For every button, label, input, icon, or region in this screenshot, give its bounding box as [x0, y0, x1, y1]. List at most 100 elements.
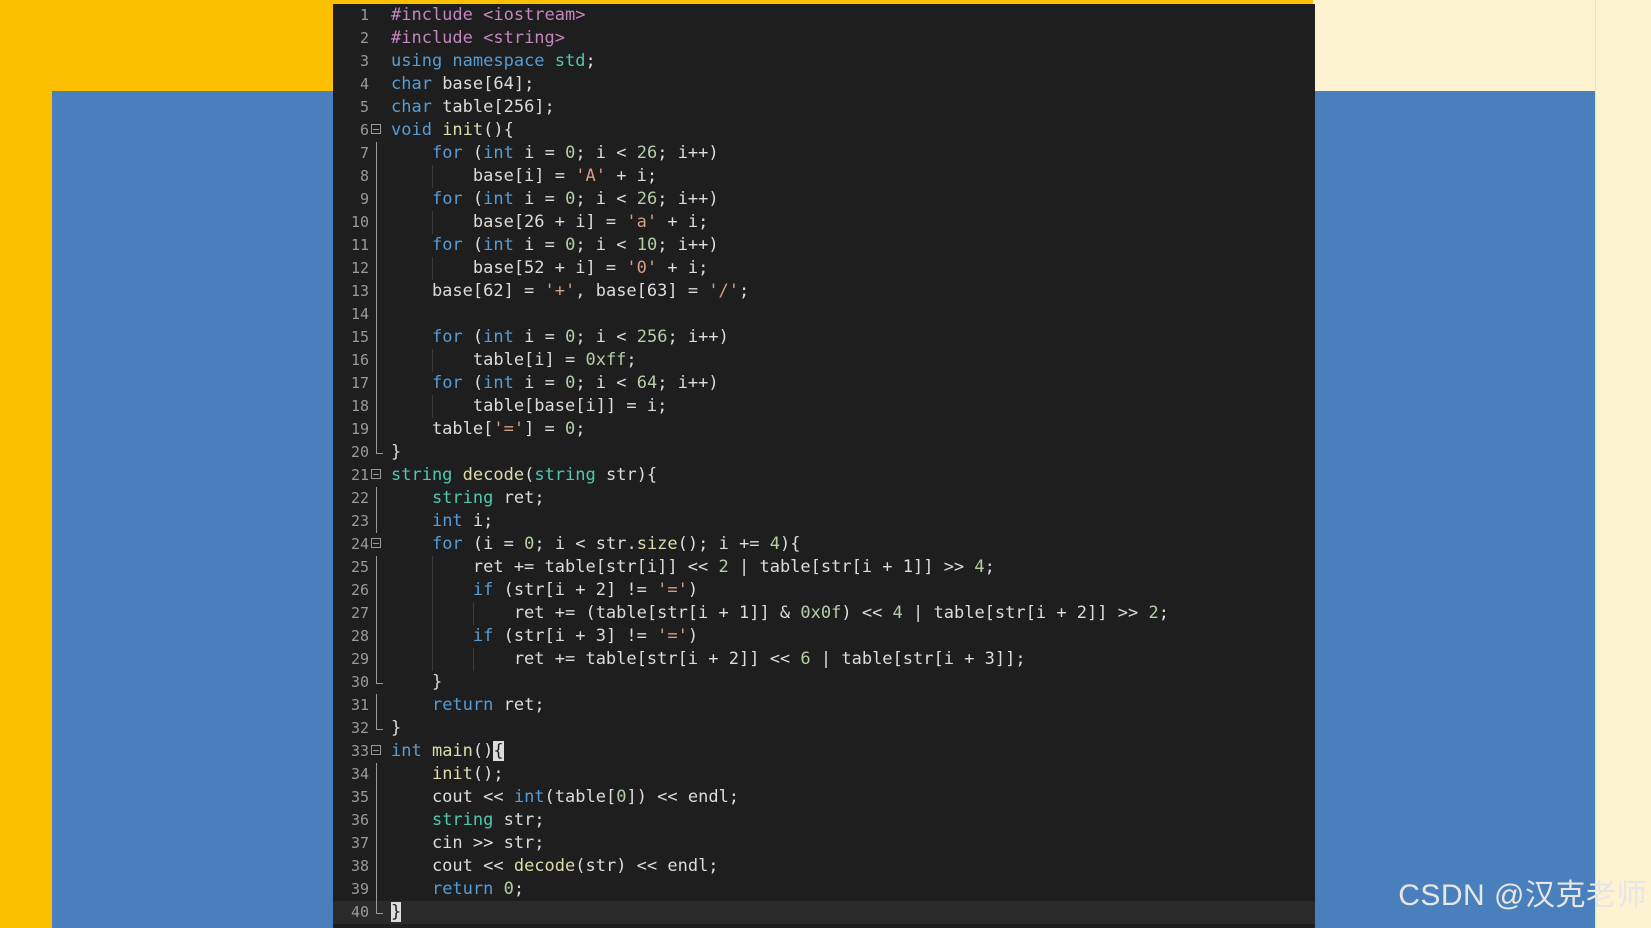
- code-text: char table[256];: [391, 96, 555, 119]
- code-line[interactable]: 28 if (str[i + 3] != '='): [333, 625, 1315, 648]
- code-token: 0xff: [585, 350, 627, 370]
- code-token: int: [483, 189, 525, 209]
- code-token: int: [483, 235, 525, 255]
- fold-guide: [376, 395, 377, 418]
- line-number: 2: [359, 29, 369, 47]
- code-line[interactable]: 38 cout << decode(str) << endl;: [333, 855, 1315, 878]
- code-line[interactable]: 32}: [333, 717, 1315, 740]
- code-token: ;: [1158, 603, 1169, 623]
- code-line[interactable]: 19 table['='] = 0;: [333, 418, 1315, 441]
- code-token: ;: [585, 51, 596, 71]
- line-number: 8: [359, 167, 369, 185]
- code-line[interactable]: 40}: [333, 901, 1315, 924]
- code-line[interactable]: 31 return ret;: [333, 694, 1315, 717]
- code-line[interactable]: 35 cout << int(table[0]) << endl;: [333, 786, 1315, 809]
- code-token: ;: [513, 879, 525, 899]
- code-line[interactable]: 33 int main(){: [333, 740, 1315, 763]
- code-text: int i;: [391, 510, 493, 533]
- fold-guide: [376, 234, 377, 257]
- fold-guide: [376, 602, 377, 625]
- code-line[interactable]: 27 ret += (table[str[i + 1]] & 0x0f) << …: [333, 602, 1315, 625]
- code-token: str){: [605, 465, 658, 485]
- code-line[interactable]: 20}: [333, 441, 1315, 464]
- code-token: i =: [524, 235, 566, 255]
- code-line[interactable]: 26 if (str[i + 2] != '='): [333, 579, 1315, 602]
- line-number: 14: [350, 305, 369, 323]
- code-text: base[i] = 'A' + i;: [391, 165, 657, 188]
- code-line[interactable]: 24 for (i = 0; i < str.size(); i += 4){: [333, 533, 1315, 556]
- code-line[interactable]: 15 for (int i = 0; i < 256; i++): [333, 326, 1315, 349]
- code-token: int: [391, 741, 432, 761]
- code-token: (: [472, 327, 484, 347]
- fold-guide: [376, 326, 377, 349]
- collapse-icon[interactable]: [371, 124, 381, 134]
- line-number: 17: [350, 374, 369, 392]
- code-token: 'A': [575, 166, 606, 186]
- code-token: (): [472, 741, 494, 761]
- fold-guide: [376, 418, 377, 441]
- code-token: string: [431, 810, 504, 830]
- code-token: + i;: [657, 258, 709, 278]
- code-token: 4: [892, 603, 903, 623]
- code-line[interactable]: 2 #include <string>: [333, 27, 1315, 50]
- fold-end-marker: [376, 901, 383, 914]
- code-editor[interactable]: 1 #include <iostream> 2 #include <string> 3 u…: [333, 4, 1315, 928]
- code-token: char: [391, 74, 443, 94]
- code-token: 0: [565, 143, 576, 163]
- code-line[interactable]: 4 char base[64];: [333, 73, 1315, 96]
- code-line[interactable]: 16 table[i] = 0xff;: [333, 349, 1315, 372]
- line-number: 11: [350, 236, 369, 254]
- code-token: (: [472, 373, 484, 393]
- code-line[interactable]: 1 #include <iostream>: [333, 4, 1315, 27]
- collapse-icon[interactable]: [371, 745, 381, 755]
- code-line[interactable]: 5 char table[256];: [333, 96, 1315, 119]
- line-number: 32: [350, 719, 369, 737]
- code-token: 26: [636, 143, 658, 163]
- code-line[interactable]: 37 cin >> str;: [333, 832, 1315, 855]
- line-number: 40: [350, 903, 369, 921]
- code-line[interactable]: 6 void init(){: [333, 119, 1315, 142]
- code-line[interactable]: 10 base[26 + i] = 'a' + i;: [333, 211, 1315, 234]
- code-token: int: [513, 787, 545, 807]
- code-line[interactable]: 18 table[base[i]] = i;: [333, 395, 1315, 418]
- code-line[interactable]: 36 string str;: [333, 809, 1315, 832]
- code-token: for: [431, 327, 473, 347]
- code-line[interactable]: 9 for (int i = 0; i < 26; i++): [333, 188, 1315, 211]
- code-line[interactable]: 22 string ret;: [333, 487, 1315, 510]
- code-line[interactable]: 14: [333, 303, 1315, 326]
- code-line[interactable]: 34 init();: [333, 763, 1315, 786]
- code-token: base[52 + i] =: [391, 258, 627, 278]
- code-line[interactable]: 11 for (int i = 0; i < 10; i++): [333, 234, 1315, 257]
- code-text: }: [391, 671, 442, 694]
- fold-guide: [376, 648, 377, 671]
- code-token: for: [431, 189, 473, 209]
- code-token: (str) << endl;: [575, 856, 719, 876]
- code-line[interactable]: 39 return 0;: [333, 878, 1315, 901]
- fold-guide: [376, 188, 377, 211]
- code-line[interactable]: 8 base[i] = 'A' + i;: [333, 165, 1315, 188]
- code-token: ; i <: [575, 373, 637, 393]
- code-line[interactable]: 29 ret += table[str[i + 2]] << 6 | table…: [333, 648, 1315, 671]
- code-line[interactable]: 17 for (int i = 0; i < 64; i++): [333, 372, 1315, 395]
- code-line[interactable]: 3 using namespace std;: [333, 50, 1315, 73]
- collapse-icon[interactable]: [371, 538, 381, 548]
- code-text: }: [391, 901, 402, 924]
- line-number: 25: [350, 558, 369, 576]
- code-token: void: [391, 120, 443, 140]
- code-text: table['='] = 0;: [391, 418, 586, 441]
- code-token: 4: [769, 534, 781, 554]
- line-number: 21: [350, 466, 369, 484]
- code-line[interactable]: 25 ret += table[str[i]] << 2 | table[str…: [333, 556, 1315, 579]
- code-line[interactable]: 13 base[62] = '+', base[63] = '/';: [333, 280, 1315, 303]
- collapse-icon[interactable]: [371, 469, 381, 479]
- code-line[interactable]: 23 int i;: [333, 510, 1315, 533]
- code-token: '=': [657, 626, 688, 646]
- code-line[interactable]: 7 for (int i = 0; i < 26; i++): [333, 142, 1315, 165]
- code-line[interactable]: 30 }: [333, 671, 1315, 694]
- code-line[interactable]: 21 string decode(string str){: [333, 464, 1315, 487]
- code-line[interactable]: 12 base[52 + i] = '0' + i;: [333, 257, 1315, 280]
- code-token: | table[str[i + 1]] >>: [728, 557, 975, 577]
- code-token: (: [472, 235, 484, 255]
- code-token: ();: [472, 764, 504, 784]
